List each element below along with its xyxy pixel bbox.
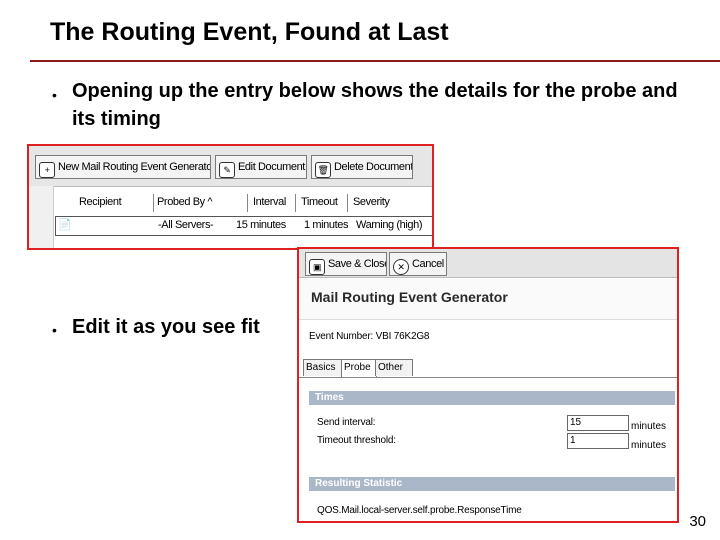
timeout-label: Timeout threshold:: [317, 435, 396, 446]
table-header: Recipient Probed By ^ Interval Timeout S…: [29, 192, 432, 214]
bullet-dot: •: [52, 322, 57, 338]
trash-icon: 🗑: [315, 162, 331, 178]
cell-interval: 15 minutes: [236, 219, 286, 231]
form-screenshot: ▣ Save & Close ✕ Cancel Mail Routing Event…: [297, 247, 679, 523]
send-interval-label: Send interval:: [317, 417, 376, 428]
new-doc-icon: +: [39, 162, 55, 178]
doc-icon: 📄: [58, 219, 72, 231]
bullet-text: Opening up the entry below shows the det…: [72, 80, 678, 130]
section-times: Times: [309, 391, 675, 405]
section-resulting-statistic: Resulting Statistic: [309, 477, 675, 491]
cell-probed-by: -All Servers-: [158, 219, 214, 231]
bullet-text: Edit it as you see fit: [72, 316, 260, 338]
send-interval-unit: minutes: [631, 421, 667, 432]
statistic-value: QOS.Mail.local-server.self.probe.Respons…: [317, 505, 522, 516]
slide-title: The Routing Event, Found at Last: [50, 18, 449, 46]
save-close-button[interactable]: ▣ Save & Close: [305, 252, 387, 276]
timeout-input[interactable]: 1: [567, 433, 629, 449]
view-toolbar: + New Mail Routing Event Generator ✎ Edit …: [29, 146, 432, 187]
cancel-button[interactable]: ✕ Cancel: [389, 252, 447, 276]
timeout-unit: minutes: [631, 440, 667, 451]
tab-probe[interactable]: Probe: [341, 359, 377, 377]
cell-timeout: 1 minutes: [304, 219, 349, 231]
col-recipient[interactable]: Recipient: [79, 196, 122, 208]
new-event-generator-button[interactable]: + New Mail Routing Event Generator: [35, 155, 211, 179]
col-timeout[interactable]: Timeout: [301, 196, 338, 208]
send-interval-input[interactable]: 15: [567, 415, 629, 431]
event-number: Event Number: VBI 76K2G8: [309, 331, 430, 342]
delete-document-button[interactable]: 🗑 Delete Document: [311, 155, 413, 179]
table-row[interactable]: 📄 -All Servers- 15 minutes 1 minutes War…: [55, 216, 432, 236]
form-title: Mail Routing Event Generator: [311, 289, 508, 305]
tab-basics[interactable]: Basics: [303, 359, 343, 376]
tab-other[interactable]: Other: [375, 359, 413, 376]
form-toolbar: ▣ Save & Close ✕ Cancel: [299, 249, 677, 278]
col-probed-by[interactable]: Probed By ^: [157, 196, 213, 208]
bullet-dot: •: [52, 87, 57, 103]
col-severity[interactable]: Severity: [353, 196, 390, 208]
edit-document-button[interactable]: ✎ Edit Document: [215, 155, 307, 179]
col-interval[interactable]: Interval: [253, 196, 286, 208]
page-number: 30: [689, 513, 706, 530]
title-rule: [30, 60, 720, 62]
pencil-icon: ✎: [219, 162, 235, 178]
cell-severity: Warning (high): [356, 219, 423, 231]
save-icon: ▣: [309, 259, 325, 275]
view-screenshot: + New Mail Routing Event Generator ✎ Edit …: [27, 144, 434, 250]
cancel-icon: ✕: [393, 259, 409, 275]
